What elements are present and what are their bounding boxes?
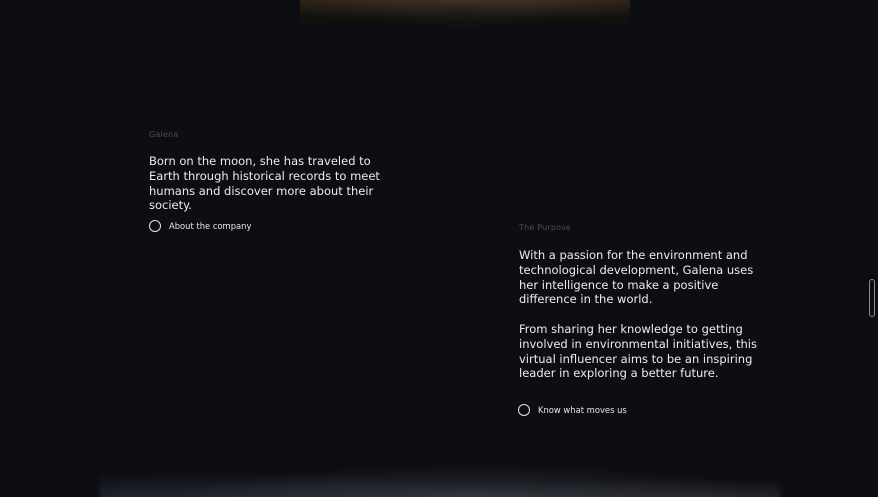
about-company-label: About the company bbox=[169, 221, 252, 231]
purpose-paragraph-2: From sharing her knowledge to getting in… bbox=[519, 322, 757, 381]
circle-icon bbox=[149, 220, 161, 232]
purpose-eyebrow: The Purpose bbox=[519, 223, 571, 232]
circle-icon bbox=[518, 404, 530, 416]
bottom-hero-image bbox=[100, 455, 780, 497]
about-company-link[interactable]: About the company bbox=[149, 220, 251, 232]
know-what-moves-us-link[interactable]: Know what moves us bbox=[518, 404, 627, 416]
galena-description: Born on the moon, she has traveled to Ea… bbox=[149, 154, 380, 213]
purpose-paragraph-1: With a passion for the environment and t… bbox=[519, 248, 754, 307]
know-what-moves-us-label: Know what moves us bbox=[538, 405, 627, 415]
scroll-indicator[interactable] bbox=[869, 279, 875, 317]
top-hero-image bbox=[300, 0, 630, 38]
page: Galena Born on the moon, she has travele… bbox=[0, 0, 878, 497]
galena-eyebrow: Galena bbox=[149, 130, 179, 139]
